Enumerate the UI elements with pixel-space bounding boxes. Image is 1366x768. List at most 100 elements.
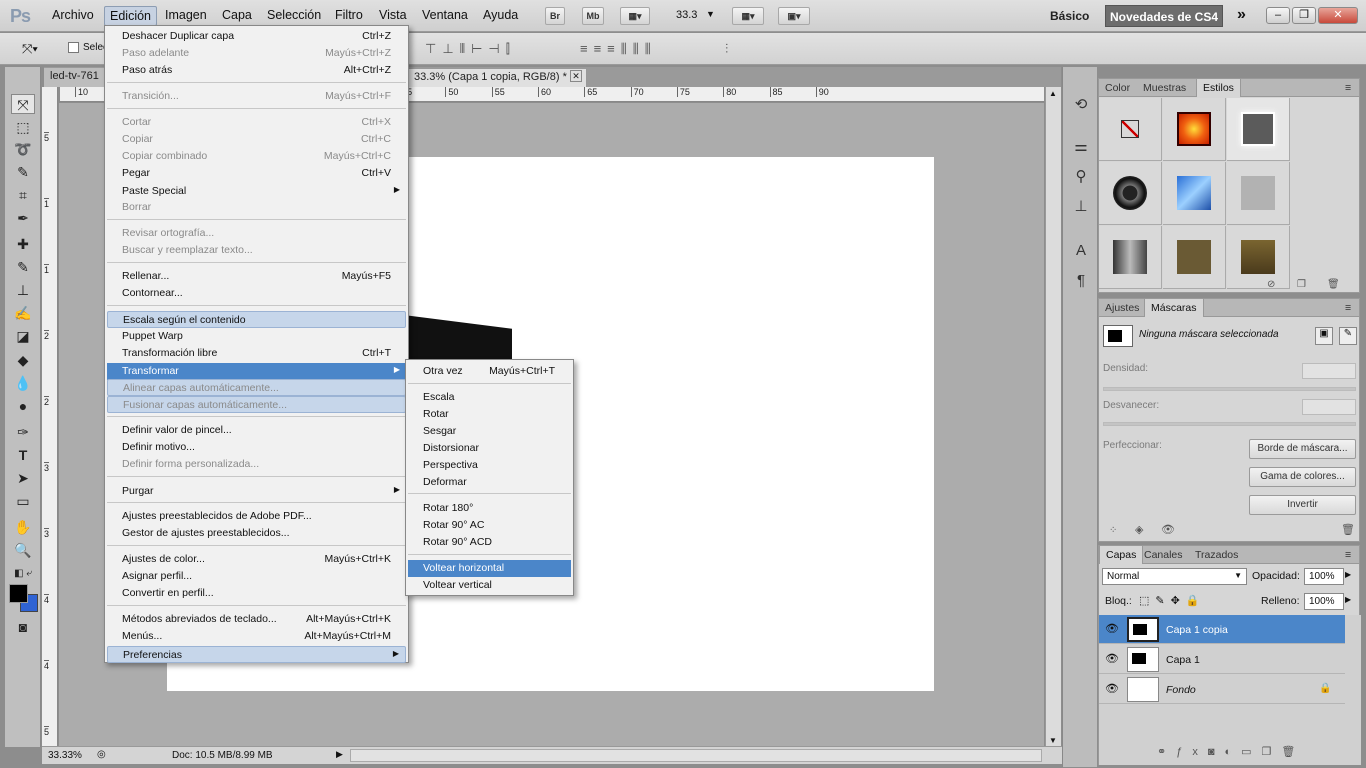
more-workspaces-icon[interactable]: » [1237, 6, 1246, 24]
disable-mask-icon[interactable]: 👁 [1161, 523, 1175, 536]
close-button[interactable]: ✕ [1318, 7, 1358, 24]
history-brush-icon[interactable]: ✍ [11, 303, 35, 323]
history-panel-icon[interactable]: ⟲ [1071, 95, 1091, 115]
vertical-scrollbar[interactable]: ▲ ▼ [1045, 87, 1061, 747]
horizontal-scrollbar[interactable] [350, 749, 1042, 762]
style-swatch[interactable] [1227, 162, 1290, 225]
default-colors-icon[interactable]: ◧ ⤶ [11, 564, 35, 584]
density-slider[interactable] [1103, 387, 1356, 391]
path-selection-icon[interactable]: ➤ [11, 468, 35, 488]
visibility-eye-icon[interactable]: 👁 [1105, 682, 1119, 695]
style-swatch[interactable] [1099, 226, 1162, 289]
menu-imagen[interactable]: Imagen [162, 8, 210, 22]
bridge-button[interactable]: Br [545, 7, 565, 25]
clone-source-icon[interactable]: ⚲ [1071, 167, 1091, 187]
distribute-icons[interactable]: ≡≡≡⫼⫼⫼ [580, 41, 657, 57]
arrange-documents-button[interactable]: ▦▾ [732, 7, 764, 25]
menu-item-transform[interactable]: Transformar ▶ [107, 363, 406, 380]
screen-mode-button[interactable]: ▣▾ [778, 7, 810, 25]
layer-name[interactable]: Capa 1 copia [1166, 624, 1228, 636]
menu-item-define-pattern[interactable]: Definir motivo... [107, 439, 406, 456]
tab-mascaras[interactable]: Máscaras [1144, 299, 1204, 317]
menu-item-find-replace[interactable]: Buscar y reemplazar texto... [107, 242, 406, 259]
tab-trazados[interactable]: Trazados [1189, 546, 1244, 564]
menu-item-clear[interactable]: Borrar [107, 199, 406, 216]
minibridge-button[interactable]: Mb [582, 7, 604, 25]
view-extras-button[interactable]: ▦▾ [620, 7, 650, 25]
scroll-down-icon[interactable]: ▼ [1049, 736, 1057, 745]
style-swatch[interactable] [1163, 226, 1226, 289]
workspace-novedades-cs4[interactable]: Novedades de CS4 [1105, 5, 1223, 27]
hand-tool-icon[interactable]: ✋ [11, 517, 35, 537]
restore-button[interactable]: ❐ [1292, 7, 1316, 24]
tab-color[interactable]: Color [1099, 79, 1136, 97]
align-icons[interactable]: ⊤⊥⫴⊢⊣⫿ [425, 41, 516, 57]
menu-item-copy[interactable]: Copiar Ctrl+C [107, 131, 406, 148]
fill-arrow-icon[interactable]: ▶ [1345, 595, 1351, 604]
blur-tool-icon[interactable]: 💧 [11, 373, 35, 393]
menu-item-spell-check[interactable]: Revisar ortografía... [107, 225, 406, 242]
marquee-tool-icon[interactable]: ⬚ [11, 117, 35, 137]
vector-mask-icon[interactable]: ✎ [1339, 327, 1357, 345]
brush-tool-icon[interactable]: ✎ [11, 257, 35, 277]
submenu-item-skew[interactable]: Sesgar [408, 423, 571, 440]
panel-menu-icon[interactable]: ≡ [1339, 299, 1357, 317]
menu-ayuda[interactable]: Ayuda [480, 8, 521, 22]
zoom-level[interactable]: 33.3 [676, 9, 697, 21]
menu-item-preferences[interactable]: Preferencias ▶ [107, 646, 406, 663]
lock-icons[interactable]: ⬚✎✥🔒 [1139, 594, 1206, 607]
menu-item-fade[interactable]: Transición... Mayús+Ctrl+F [107, 88, 406, 105]
move-tool-icon[interactable]: ⤧▾ [22, 41, 38, 57]
auto-align-icon[interactable]: ⫶ [725, 41, 728, 57]
tool-presets-icon[interactable]: ⊥ [1071, 197, 1091, 217]
move-tool-icon[interactable]: ⤧ [11, 94, 35, 114]
layer-row-fondo[interactable]: 👁 Fondo 🔒 [1099, 675, 1345, 704]
style-swatch[interactable] [1227, 98, 1290, 161]
shape-tool-icon[interactable]: ▭ [11, 491, 35, 511]
new-style-icon[interactable]: ❐ [1297, 279, 1306, 290]
document-tab-2[interactable]: 33.3% (Capa 1 copia, RGB/8) * ✕ [407, 68, 587, 87]
menu-item-stroke[interactable]: Contornear... [107, 285, 406, 302]
style-swatch[interactable] [1163, 98, 1226, 161]
menu-item-undo[interactable]: Deshacer Duplicar capa Ctrl+Z [107, 28, 406, 45]
fill-field[interactable]: 100% [1304, 593, 1344, 610]
zoom-dropdown-icon[interactable]: ▼ [706, 9, 715, 19]
menu-item-paste-special[interactable]: Paste Special ▶ [107, 183, 406, 200]
menu-item-step-backward[interactable]: Paso atrás Alt+Ctrl+Z [107, 62, 406, 79]
menu-item-define-brush[interactable]: Definir valor de pincel... [107, 422, 406, 439]
invert-button[interactable]: Invertir [1249, 495, 1356, 515]
tab-canales[interactable]: Canales [1138, 546, 1189, 564]
zoom-status[interactable]: 33.33% [48, 750, 82, 761]
menu-item-preset-manager[interactable]: Gestor de ajustes preestablecidos... [107, 525, 406, 542]
character-panel-icon[interactable]: A [1071, 242, 1091, 262]
delete-mask-icon[interactable]: 🗑 [1341, 523, 1355, 536]
opacity-arrow-icon[interactable]: ▶ [1345, 570, 1351, 579]
tab-capas[interactable]: Capas [1099, 546, 1144, 564]
submenu-item-scale[interactable]: Escala [408, 389, 571, 406]
menu-item-free-transform[interactable]: Transformación libre Ctrl+T [107, 345, 406, 362]
submenu-item-rotate-90-cw[interactable]: Rotar 90° AC [408, 517, 571, 534]
auto-select-checkbox[interactable] [68, 42, 79, 53]
menu-item-convert-profile[interactable]: Convertir en perfil... [107, 585, 406, 602]
menu-item-color-settings[interactable]: Ajustes de color... Mayús+Ctrl+K [107, 551, 406, 568]
quick-mask-icon[interactable]: ◙ [11, 617, 35, 637]
eraser-tool-icon[interactable]: ◪ [11, 326, 35, 346]
visibility-eye-icon[interactable]: 👁 [1105, 652, 1119, 665]
menu-item-assign-profile[interactable]: Asignar perfil... [107, 568, 406, 585]
feather-field[interactable] [1302, 399, 1356, 415]
menu-capa[interactable]: Capa [219, 8, 255, 22]
blend-mode-select[interactable]: Normal ▼ [1102, 568, 1247, 585]
submenu-item-rotate-180[interactable]: Rotar 180° [408, 500, 571, 517]
style-none[interactable] [1099, 98, 1162, 161]
style-swatch[interactable] [1099, 162, 1162, 225]
layer-row-capa1copia[interactable]: 👁 Capa 1 copia [1099, 615, 1345, 644]
menu-archivo[interactable]: Archivo [49, 8, 97, 22]
menu-item-step-forward[interactable]: Paso adelante Mayús+Ctrl+Z [107, 45, 406, 62]
menu-item-paste[interactable]: Pegar Ctrl+V [107, 165, 406, 182]
brush-panel-icon[interactable]: ⚌ [1071, 137, 1091, 157]
apply-mask-icon[interactable]: ◈ [1135, 523, 1143, 536]
layer-actions-icons[interactable]: ⚭ƒx◙◐▭❐🗑 [1157, 745, 1305, 758]
crop-tool-icon[interactable]: ⌗ [11, 185, 35, 205]
submenu-item-warp[interactable]: Deformar [408, 474, 571, 491]
healing-brush-icon[interactable]: ✚ [11, 234, 35, 254]
